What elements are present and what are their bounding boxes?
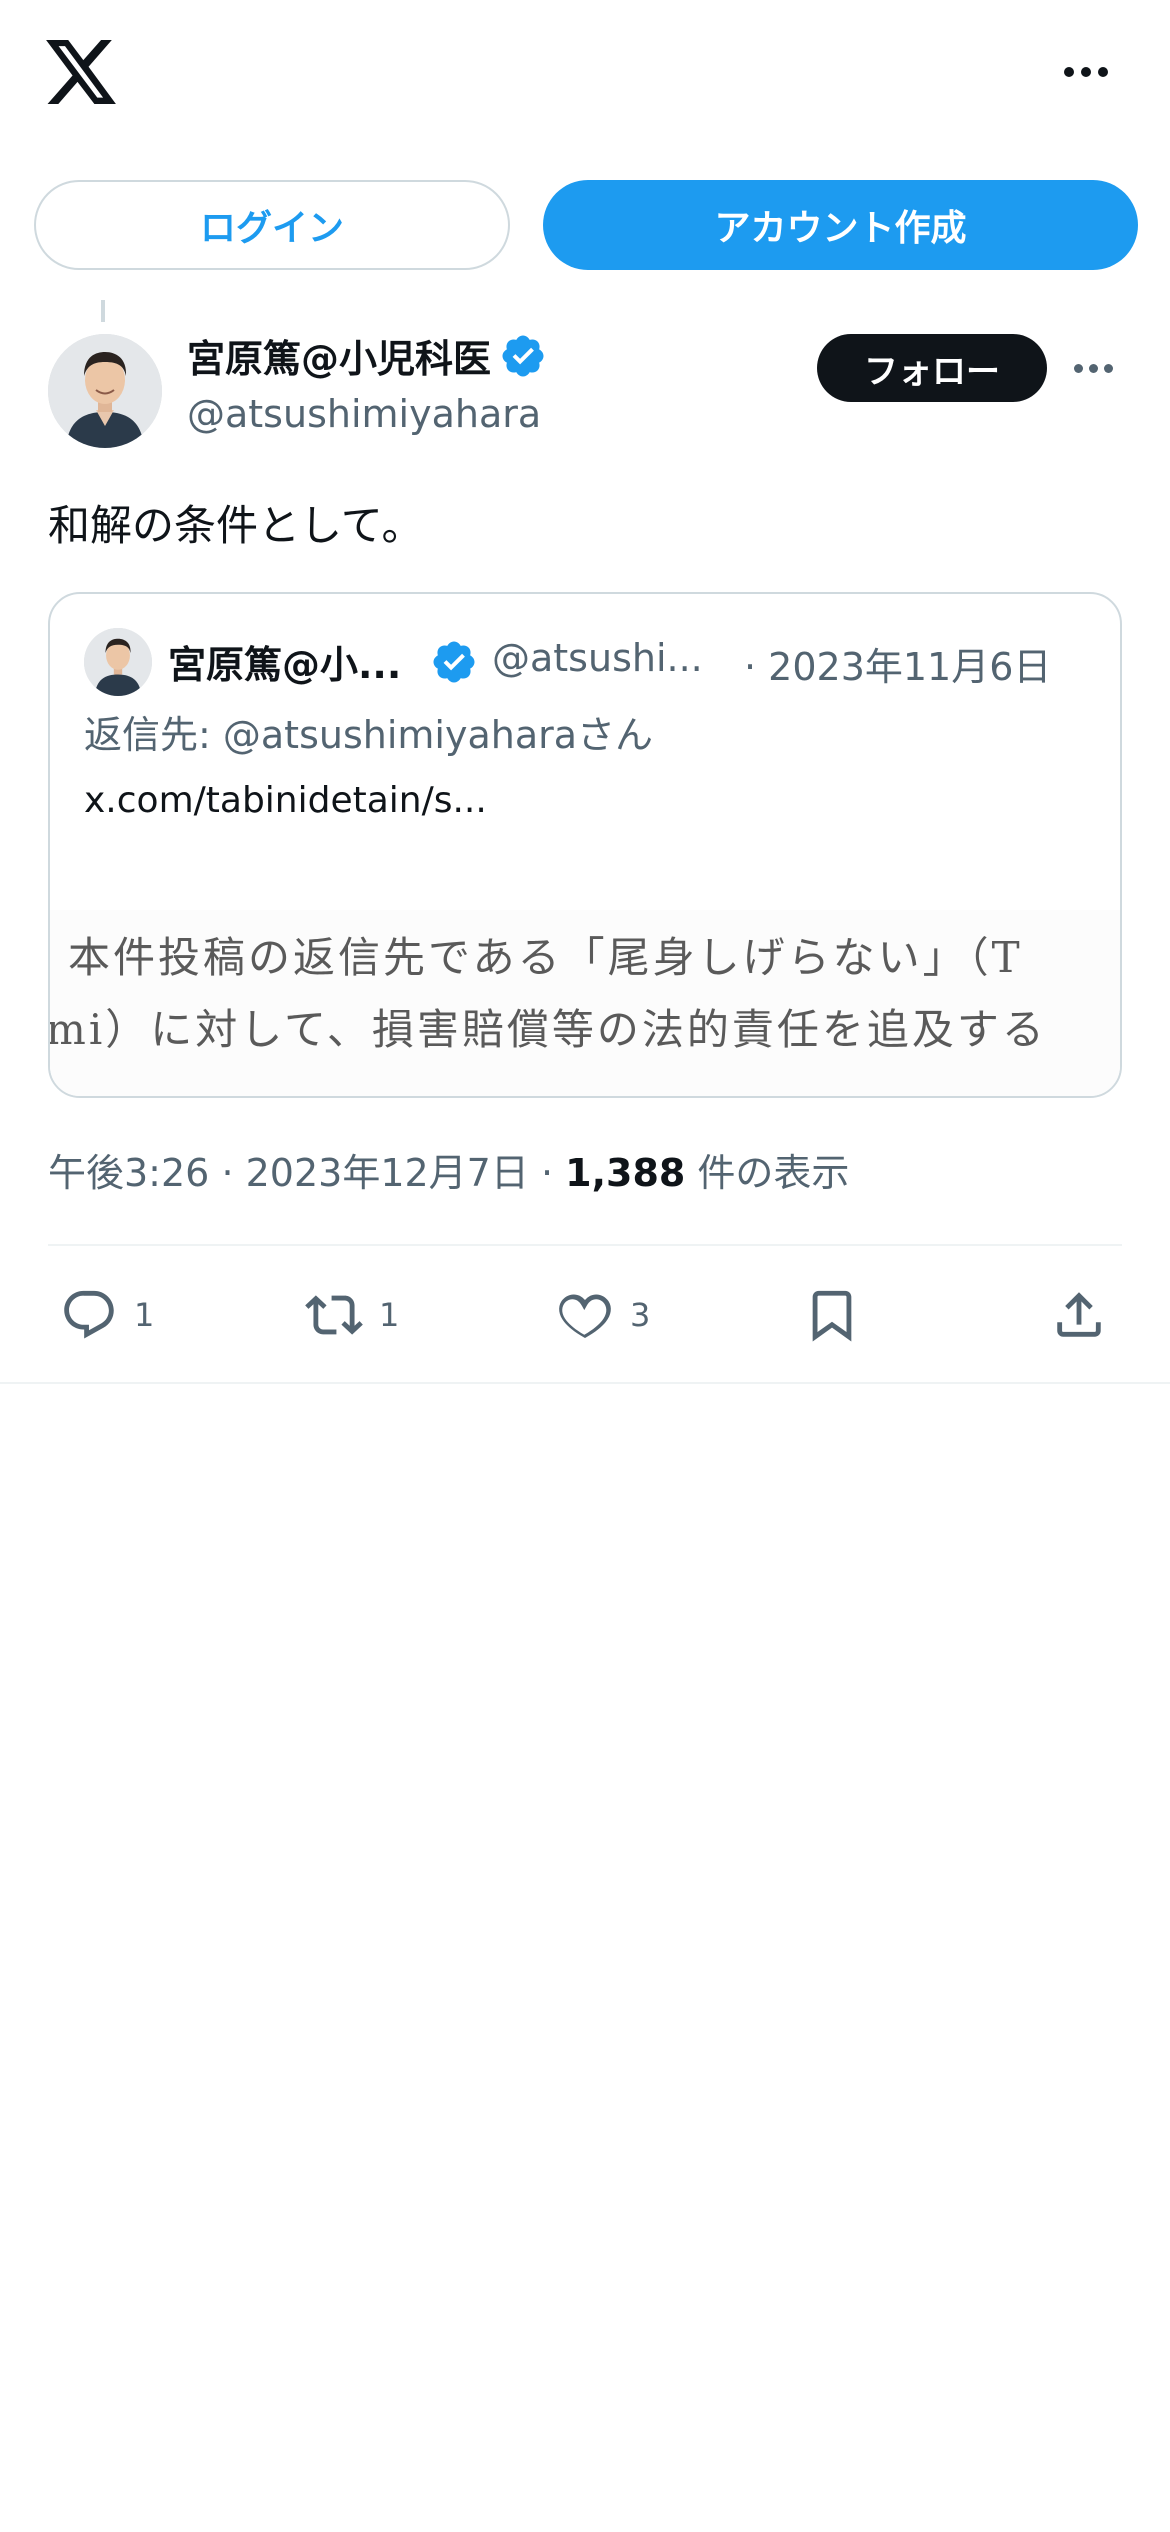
reply-icon — [64, 1290, 114, 1339]
quoted-date: · 2023年11月6日 — [744, 645, 1052, 689]
share-icon — [1057, 1292, 1101, 1337]
tweet-text: 和解の条件として。 — [48, 501, 424, 550]
quoted-image-text-line: mi）に対して、損害賠償等の法的責任を追及する — [50, 1005, 1047, 1054]
quoted-reply-to: 返信先: @atsushimiyaharaさん — [84, 713, 654, 757]
verified-badge-icon — [502, 335, 544, 376]
quoted-author-name: 宮原篤@小... — [168, 643, 402, 687]
separator: · — [540, 1151, 566, 1195]
create-account-button[interactable]: アカウント作成 — [543, 180, 1138, 270]
tweet-time[interactable]: 午後3:26 — [48, 1151, 209, 1195]
divider — [0, 1382, 1170, 1384]
author-avatar[interactable] — [48, 334, 162, 448]
follow-button[interactable]: フォロー — [817, 334, 1047, 402]
like-button[interactable]: 3 — [556, 1284, 650, 1346]
top-bar — [0, 0, 1170, 150]
verified-badge-icon — [433, 641, 475, 683]
view-count: 1,388 — [565, 1151, 686, 1195]
retweet-button[interactable]: 1 — [305, 1284, 399, 1346]
bookmark-button[interactable] — [803, 1284, 861, 1346]
share-button[interactable] — [1050, 1284, 1108, 1346]
thread-line — [101, 300, 105, 322]
tweet-more-icon[interactable] — [1074, 357, 1120, 379]
quoted-tweet-card[interactable]: 宮原篤@小... @atsushi... · 2023年11月6日 返信先: @… — [48, 592, 1122, 1098]
author-name-text: 宮原篤@小児科医 — [187, 337, 492, 381]
quoted-author-avatar — [84, 628, 152, 696]
author-name[interactable]: 宮原篤@小児科医 — [187, 328, 547, 383]
more-options-icon[interactable] — [1058, 60, 1114, 84]
bookmark-icon — [812, 1290, 852, 1342]
tweet-meta: 午後3:26 · 2023年12月7日 · 1,388 件の表示 — [48, 1142, 849, 1197]
tweet-date[interactable]: 2023年12月7日 — [246, 1151, 529, 1195]
separator: · — [221, 1151, 246, 1195]
like-count: 3 — [630, 1296, 651, 1334]
view-count-label: 件の表示 — [685, 1151, 850, 1195]
author-handle[interactable]: @atsushimiyahara — [187, 392, 541, 436]
quoted-author-handle: @atsushi... — [492, 636, 703, 680]
reply-count: 1 — [134, 1296, 155, 1334]
quoted-link[interactable]: x.com/tabinidetain/s... — [84, 780, 487, 821]
login-button[interactable]: ログイン — [34, 180, 510, 270]
retweet-icon — [305, 1295, 363, 1335]
reply-button[interactable]: 1 — [60, 1284, 154, 1346]
divider — [48, 1244, 1122, 1246]
quoted-image-text-line: 本件投稿の返信先である「尾身しげらない」（T — [68, 933, 1023, 982]
x-logo-icon[interactable] — [46, 40, 116, 104]
retweet-count: 1 — [379, 1296, 400, 1334]
quoted-document-image: 本件投稿の返信先である「尾身しげらない」（T mi）に対して、損害賠償等の法的責… — [50, 910, 1120, 1096]
heart-icon — [559, 1294, 611, 1339]
